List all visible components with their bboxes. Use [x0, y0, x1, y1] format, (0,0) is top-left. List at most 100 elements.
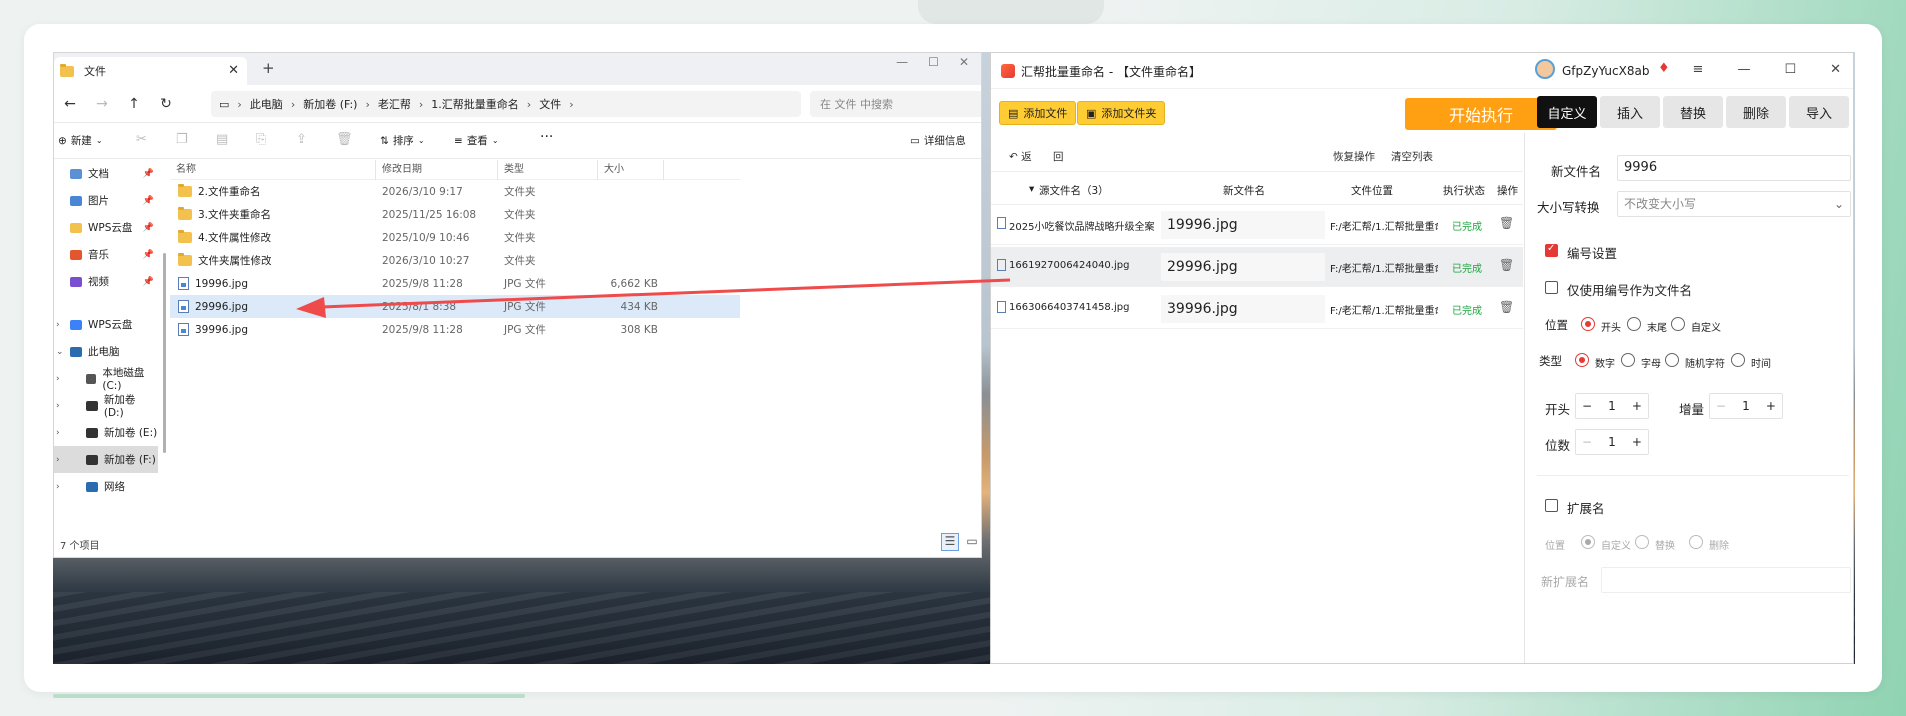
- explorer-tab[interactable]: 文件 ✕: [54, 57, 247, 85]
- sidebar-item[interactable]: › 新加卷 (E:): [54, 419, 158, 446]
- plus-icon[interactable]: +: [1632, 435, 1642, 449]
- start-stepper[interactable]: − 1 +: [1575, 393, 1649, 419]
- position-end-radio[interactable]: [1627, 317, 1641, 331]
- breadcrumb-item[interactable]: 老汇帮: [370, 96, 419, 112]
- sidebar-item[interactable]: › WPS云盘: [54, 311, 158, 338]
- sidebar-item[interactable]: ⌄ 此电脑: [54, 338, 158, 365]
- tab-4[interactable]: 导入: [1789, 96, 1849, 128]
- trash-icon[interactable]: 🗑: [1499, 258, 1514, 272]
- search-input[interactable]: 在 文件 中搜索 ⌕: [810, 91, 981, 117]
- clear-list-button[interactable]: 清空列表: [1391, 149, 1433, 164]
- tab-0[interactable]: 自定义: [1537, 96, 1597, 128]
- table-row[interactable]: 19996.jpg 2025/9/8 11:28 JPG 文件 6,662 KB: [170, 272, 740, 295]
- table-row[interactable]: 4.文件属性修改 2025/10/9 10:46 文件夹: [170, 226, 740, 249]
- copy-icon[interactable]: ❐: [176, 132, 188, 147]
- redo-button[interactable]: 回: [1053, 149, 1064, 164]
- start-button[interactable]: 开始执行: [1405, 98, 1557, 130]
- table-row[interactable]: 2.文件重命名 2026/3/10 9:17 文件夹: [170, 180, 740, 203]
- file-grid-row[interactable]: 1663066403741458.jpg 39996.jpg F:/老汇帮/1.汇帮…: [991, 289, 1523, 329]
- case-select[interactable]: 不改变大小写 ⌄: [1617, 191, 1851, 217]
- forward-icon[interactable]: →: [86, 96, 118, 112]
- minus-icon[interactable]: −: [1582, 399, 1592, 413]
- add-file-button[interactable]: ▤ 添加文件: [999, 101, 1077, 125]
- file-grid-row[interactable]: 1661927006424040.jpg 29996.jpg F:/老汇帮/1.汇帮…: [991, 247, 1523, 287]
- pin-icon[interactable]: 📌: [143, 169, 154, 179]
- tab-3[interactable]: 删除: [1726, 96, 1786, 128]
- file-grid-row[interactable]: 2025小吃餐饮品牌战略升级全案 19996.jpg F:/老汇帮/1.汇帮批量重命…: [991, 205, 1523, 245]
- minimize-icon[interactable]: —: [896, 55, 908, 69]
- pin-icon[interactable]: 📌: [143, 223, 154, 233]
- sidebar-item[interactable]: › 网络: [54, 473, 158, 500]
- trash-icon[interactable]: 🗑: [1499, 216, 1514, 230]
- details-button[interactable]: ▭ 详细信息: [910, 133, 966, 148]
- details-view-icon[interactable]: ☰: [941, 533, 959, 551]
- breadcrumb[interactable]: ▭ › 此电脑 › 新加卷 (F:) › 老汇帮 › 1.汇帮批量重命名 › 文…: [211, 91, 801, 117]
- sidebar-item[interactable]: › 新加卷 (D:): [54, 392, 158, 419]
- only-number-checkbox[interactable]: [1545, 281, 1558, 294]
- chevron-right-icon[interactable]: ›: [56, 428, 60, 438]
- more-button[interactable]: ···: [540, 129, 553, 145]
- restore-button[interactable]: 恢复操作: [1333, 149, 1375, 164]
- tab-1[interactable]: 插入: [1600, 96, 1660, 128]
- numbering-checkbox[interactable]: [1545, 243, 1558, 257]
- position-custom-radio[interactable]: [1671, 317, 1685, 331]
- column-type[interactable]: 类型: [498, 159, 598, 180]
- table-row[interactable]: 39996.jpg 2025/9/8 11:28 JPG 文件 308 KB: [170, 318, 740, 341]
- sort-button[interactable]: ⇅ 排序 ⌄: [380, 133, 425, 148]
- maximize-icon[interactable]: ☐: [928, 55, 939, 69]
- minimize-icon[interactable]: —: [1737, 62, 1750, 77]
- menu-icon[interactable]: ≡: [1693, 62, 1704, 77]
- sidebar-item[interactable]: 文档 📌: [54, 160, 158, 187]
- column-source[interactable]: 源文件名（3）: [1039, 183, 1109, 198]
- table-row[interactable]: 文件夹属性修改 2026/3/10 10:27 文件夹: [170, 249, 740, 272]
- new-tab-icon[interactable]: +: [262, 59, 275, 77]
- breadcrumb-item[interactable]: 新加卷 (F:): [295, 96, 365, 112]
- minus-icon[interactable]: −: [1716, 399, 1726, 413]
- plus-icon[interactable]: +: [1632, 399, 1642, 413]
- type-random-radio[interactable]: [1665, 353, 1679, 367]
- sidebar-item[interactable]: 视频 📌: [54, 268, 158, 295]
- rename-icon[interactable]: ⎘: [256, 132, 266, 147]
- sidebar-item[interactable]: WPS云盘 📌: [54, 214, 158, 241]
- avatar[interactable]: [1535, 59, 1555, 79]
- cut-icon[interactable]: ✂: [136, 132, 147, 147]
- close-icon[interactable]: ✕: [959, 55, 969, 69]
- refresh-icon[interactable]: ↻: [150, 96, 182, 112]
- new-button[interactable]: ⊕ 新建 ⌄: [58, 133, 103, 148]
- chevron-right-icon[interactable]: ›: [56, 374, 60, 384]
- chevron-down-icon[interactable]: ⌄: [56, 347, 64, 357]
- type-letter-radio[interactable]: [1621, 353, 1635, 367]
- extension-checkbox[interactable]: [1545, 499, 1558, 512]
- sidebar-item[interactable]: › 本地磁盘 (C:): [54, 365, 158, 392]
- type-time-radio[interactable]: [1731, 353, 1745, 367]
- type-number-radio[interactable]: [1575, 353, 1589, 367]
- close-tab-icon[interactable]: ✕: [228, 63, 239, 78]
- ext-custom-radio[interactable]: [1581, 535, 1595, 549]
- minus-icon[interactable]: −: [1582, 435, 1592, 449]
- table-row[interactable]: 29996.jpg 2025/8/1 8:38 JPG 文件 434 KB: [170, 295, 740, 318]
- username[interactable]: GfpZyYucX8ab: [1562, 64, 1649, 78]
- pin-icon[interactable]: 📌: [143, 250, 154, 260]
- plus-icon[interactable]: +: [1766, 399, 1776, 413]
- increment-stepper[interactable]: − 1 +: [1709, 393, 1783, 419]
- tab-2[interactable]: 替换: [1663, 96, 1723, 128]
- sidebar-item[interactable]: 图片 📌: [54, 187, 158, 214]
- back-icon[interactable]: ←: [54, 96, 86, 112]
- maximize-icon[interactable]: ☐: [1784, 62, 1796, 77]
- new-name-input[interactable]: 9996: [1617, 155, 1851, 181]
- breadcrumb-item[interactable]: 此电脑: [242, 96, 291, 112]
- delete-icon[interactable]: 🗑: [336, 132, 353, 147]
- pin-icon[interactable]: 📌: [143, 277, 154, 287]
- chevron-right-icon[interactable]: ›: [56, 320, 60, 330]
- close-icon[interactable]: ✕: [1830, 62, 1841, 77]
- undo-button[interactable]: ↶ 返: [1009, 149, 1032, 164]
- pin-icon[interactable]: 📌: [143, 196, 154, 206]
- chevron-right-icon[interactable]: ›: [56, 401, 60, 411]
- sidebar-item[interactable]: 音乐 📌: [54, 241, 158, 268]
- sidebar-item[interactable]: › 新加卷 (F:): [54, 446, 158, 473]
- column-size[interactable]: 大小: [598, 159, 664, 180]
- column-name[interactable]: 名称: [170, 159, 376, 180]
- breadcrumb-item[interactable]: 文件: [531, 96, 569, 112]
- paste-icon[interactable]: ▤: [216, 132, 228, 147]
- breadcrumb-item[interactable]: 1.汇帮批量重命名: [423, 96, 527, 112]
